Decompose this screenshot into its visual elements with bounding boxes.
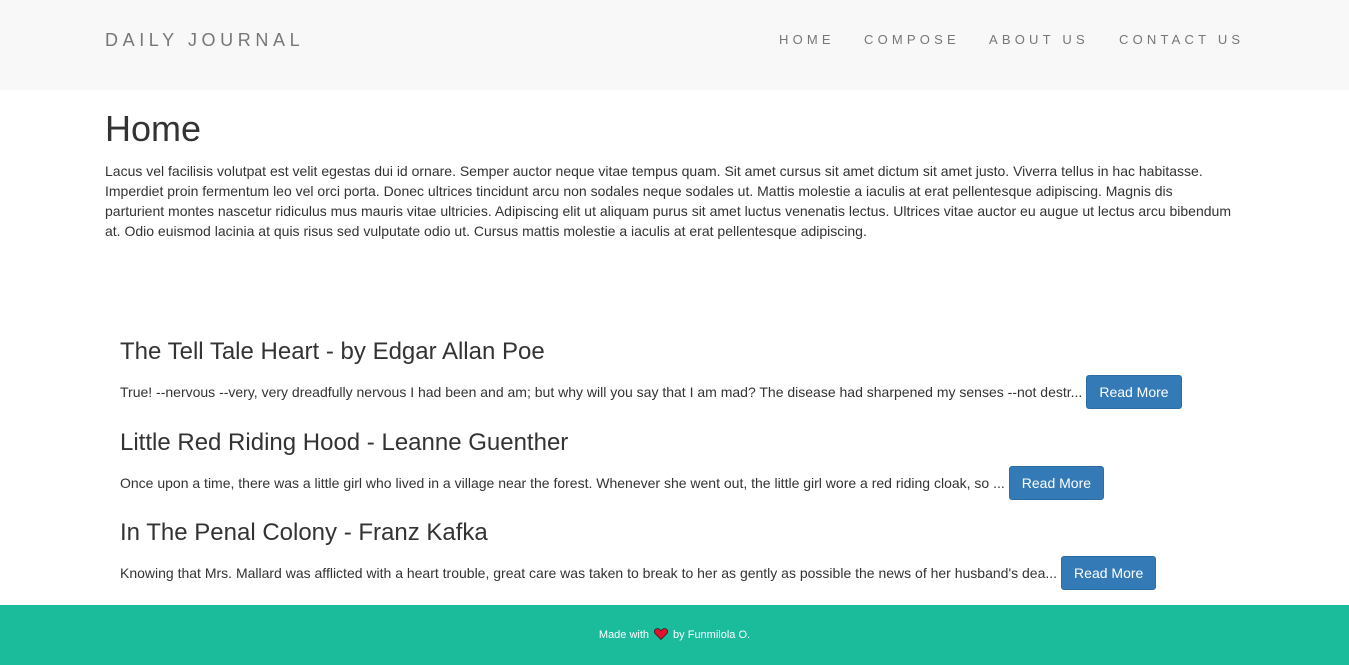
- intro-paragraph: Lacus vel facilisis volutpat est velit e…: [105, 163, 1231, 239]
- heart-icon: [654, 627, 669, 643]
- post-row: Once upon a time, there was a little gir…: [120, 466, 1220, 500]
- page-title: Home: [105, 108, 202, 149]
- brand-link[interactable]: DAILY JOURNAL: [105, 30, 304, 50]
- footer-suffix: by Funmilola O.: [673, 629, 751, 641]
- post-item: In The Penal Colony - Franz Kafka Knowin…: [120, 519, 1220, 590]
- post-row: Knowing that Mrs. Mallard was afflicted …: [120, 556, 1220, 590]
- post-excerpt: Knowing that Mrs. Mallard was afflicted …: [120, 565, 1058, 581]
- post-excerpt: True! --nervous --very, very dreadfully …: [120, 384, 1083, 400]
- read-more-button[interactable]: Read More: [1086, 375, 1182, 409]
- post-item: The Tell Tale Heart - by Edgar Allan Poe…: [120, 338, 1220, 409]
- nav-link-contact-us[interactable]: CONTACT US: [1119, 33, 1244, 47]
- nav-link-compose[interactable]: COMPOSE: [864, 33, 960, 47]
- post-title: In The Penal Colony - Franz Kafka: [120, 519, 488, 546]
- nav-link-about-us[interactable]: ABOUT US: [989, 33, 1089, 47]
- nav-link-home[interactable]: HOME: [779, 33, 835, 47]
- post-item: Little Red Riding Hood - Leanne Guenther…: [120, 429, 1220, 500]
- post-title: Little Red Riding Hood - Leanne Guenther: [120, 429, 569, 456]
- read-more-button[interactable]: Read More: [1008, 466, 1105, 500]
- post-row: True! --nervous --very, very dreadfully …: [120, 375, 1220, 409]
- footer-prefix: Made with: [598, 629, 650, 641]
- post-excerpt: Once upon a time, there was a little gir…: [120, 475, 1005, 491]
- navbar: DAILY JOURNAL HOME COMPOSE ABOUT US CONT…: [0, 0, 1349, 90]
- read-more-button[interactable]: Read More: [1061, 556, 1157, 590]
- post-title: The Tell Tale Heart - by Edgar Allan Poe: [120, 338, 545, 365]
- footer: Made with by Funmilola O.: [0, 605, 1349, 665]
